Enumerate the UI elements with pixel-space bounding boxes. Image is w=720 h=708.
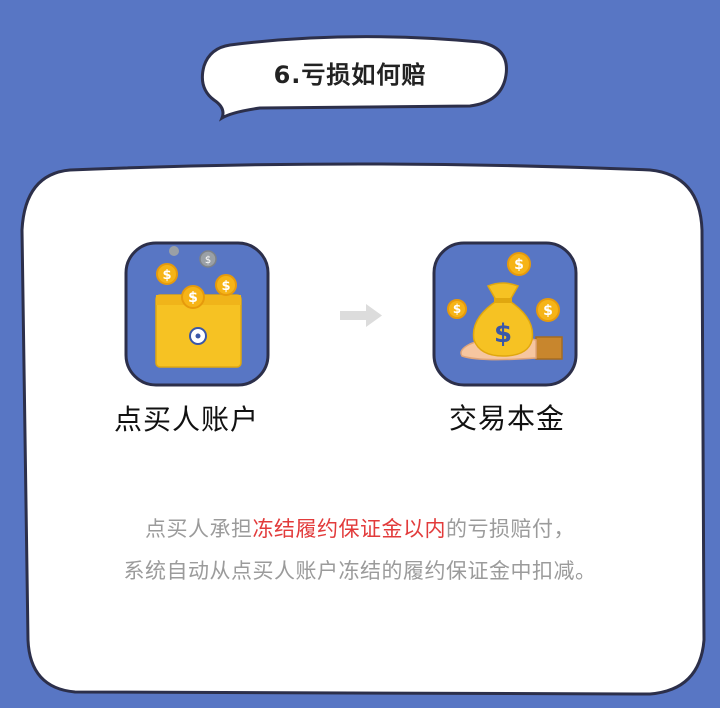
svg-text:$: $ (514, 257, 524, 273)
svg-text:$: $ (221, 279, 230, 294)
description-text: 的亏损赔付， (446, 517, 575, 541)
description-line-2: 系统自动从点买人账户冻结的履约保证金中扣减。 (123, 559, 597, 583)
description-line-1: 点买人承担冻结履约保证金以内的亏损赔付， (40, 513, 680, 543)
coin-icon: $ (507, 252, 531, 276)
wallet-tile: $ $ $ $ (124, 241, 270, 387)
coin-icon: $ (199, 250, 217, 268)
svg-text:$: $ (494, 319, 512, 349)
money-bag-tile: $ $ $ $ (432, 241, 578, 387)
description-text: 点买人承担 (145, 517, 253, 541)
coin-icon: $ (156, 263, 178, 285)
wallet-label: 点买人账户 (114, 403, 260, 436)
coin-icon: $ (181, 285, 205, 309)
coin-icon (169, 246, 179, 256)
highlighted-text: 冻结履约保证金以内 (252, 517, 446, 541)
svg-text:$: $ (453, 302, 461, 316)
svg-text:$: $ (205, 255, 211, 266)
principal-label: 交易本金 (449, 402, 566, 435)
coin-icon: $ (536, 298, 560, 322)
svg-text:$: $ (543, 303, 553, 319)
illustration-canvas: $ $ $ $ $ $ $ $ (20, 35, 706, 696)
coin-icon: $ (447, 299, 467, 319)
coin-icon: $ (215, 274, 237, 296)
svg-text:$: $ (162, 268, 171, 283)
svg-text:$: $ (188, 290, 198, 306)
page-title: 6.亏损如何赔 (273, 60, 427, 89)
